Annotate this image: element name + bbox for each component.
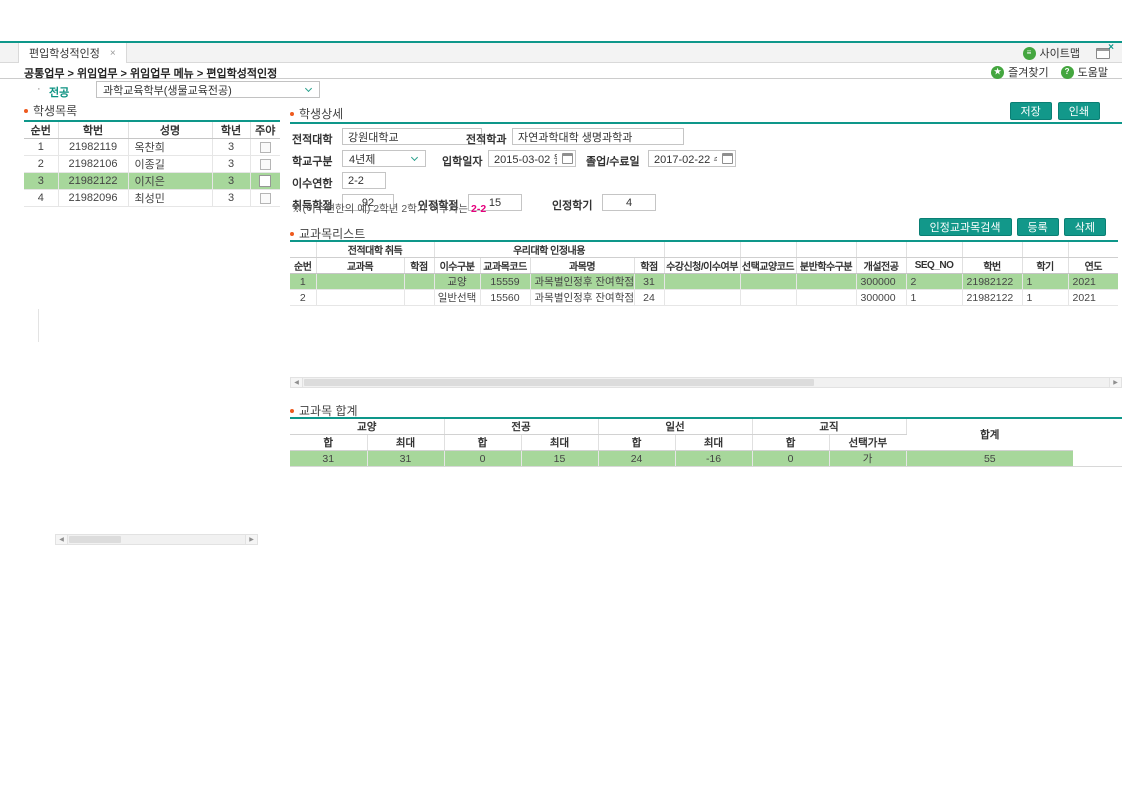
scrollbar-thumb[interactable] <box>304 379 814 386</box>
breadcrumb-bar: 공통업무 > 위임업무 > 위임업무 메뉴 > 편입학성적인정 ★ 즐겨찾기 ?… <box>0 64 1122 79</box>
day-night-checkbox[interactable] <box>260 142 271 153</box>
filter-row: · 전공 과학교육학부(생물교육전공) <box>0 81 1122 100</box>
calendar-icon[interactable] <box>562 153 573 164</box>
recognized-semesters-field[interactable] <box>602 194 656 211</box>
years-field[interactable] <box>342 172 386 189</box>
recognized-semesters-label: 인정학기 <box>552 197 592 213</box>
chevron-down-icon <box>411 154 418 161</box>
day-night-checkbox[interactable] <box>259 175 271 187</box>
form-row: 이수연한 <box>290 171 1122 193</box>
table-row[interactable]: 1 21982119 옥찬희 3 <box>24 139 280 156</box>
tab-transfer-credit[interactable]: 편입학성적인정 × <box>18 43 127 63</box>
col-student-id: 학번 <box>58 122 128 139</box>
graduation-date-wrap <box>648 150 736 167</box>
scroll-right-arrow-icon[interactable]: ▶ <box>1109 378 1121 387</box>
course-summary-header: 교과목 합계 <box>290 403 1122 418</box>
school-type-label: 학교구분 <box>292 153 332 169</box>
course-list-header: 교과목리스트 <box>290 226 1122 241</box>
table-row[interactable]: 2 일반선택 15560 과목별인정후 잔여학점(일선) 24 300000 1… <box>290 290 1118 306</box>
student-list-hscrollbar[interactable]: ◀ ▶ <box>55 534 258 545</box>
tab-bar: 편입학성적인정 × ≡ 사이트맵 <box>0 43 1122 63</box>
note-highlight: 2-2 <box>471 203 486 215</box>
breadcrumb: 공통업무 > 위임업무 > 위임업무 메뉴 > 편입학성적인정 <box>24 65 277 81</box>
summary-bottom-line <box>290 466 1122 467</box>
student-table-header: 순번 학번 성명 학년 주야 <box>24 122 280 139</box>
student-detail-title: 학생상세 <box>299 105 343 122</box>
student-list-header: 학생목록 <box>24 103 280 118</box>
tab-bar-right: ≡ 사이트맵 <box>1023 43 1110 63</box>
col-no: 순번 <box>24 122 58 139</box>
star-icon: ★ <box>991 66 1004 79</box>
favorites-button[interactable]: ★ 즐겨찾기 <box>991 64 1048 80</box>
prev-dept-field[interactable] <box>512 128 684 145</box>
course-list-hscrollbar[interactable]: ◀ ▶ <box>290 377 1122 388</box>
panel-divider-fragment <box>38 309 39 342</box>
summary-values-row: 31 31 0 15 24 -16 0 가 55 <box>290 451 1073 467</box>
col-year: 학년 <box>212 122 250 139</box>
section-bullet-icon <box>24 109 28 113</box>
favorites-label: 즐겨찾기 <box>1008 64 1048 80</box>
years-note: ※(이수연한의 예) 2학년 2학기 이수자는 2-2 <box>292 201 486 216</box>
course-table-group-header: 전적대학 취득 우리대학 인정내용 <box>290 242 1118 258</box>
calendar-icon[interactable] <box>722 153 733 164</box>
sitemap-icon: ≡ <box>1023 47 1036 60</box>
course-summary-table: 교양 전공 일선 교직 합계 합 최대 합 최대 합 최대 합 선택가부 <box>290 419 1073 467</box>
table-row[interactable]: 2 21982106 이종길 3 <box>24 156 280 173</box>
question-icon: ? <box>1061 66 1074 79</box>
help-label: 도움말 <box>1078 64 1108 80</box>
graduation-date-label: 졸업/수료일 <box>586 153 640 169</box>
major-select-value: 과학교육학부(생물교육전공) <box>103 82 232 98</box>
scrollbar-thumb[interactable] <box>69 536 121 543</box>
table-row-selected[interactable]: 3 21982122 이지은 3 <box>24 173 280 190</box>
close-all-windows-icon[interactable] <box>1096 48 1110 59</box>
table-row-selected[interactable]: 1 교양 15559 과목별인정후 잔여학점(교양) 31 300000 2 2… <box>290 274 1118 290</box>
summary-group-header: 교양 전공 일선 교직 합계 <box>290 419 1073 435</box>
total-header: 합계 <box>906 419 1073 451</box>
school-type-select[interactable]: 4년제 <box>342 150 426 167</box>
years-label: 이수연한 <box>292 175 332 191</box>
app-window: 편입학성적인정 × ≡ 사이트맵 공통업무 > 위임업무 > 위임업무 메뉴 >… <box>0 0 1122 793</box>
scroll-left-arrow-icon[interactable]: ◀ <box>291 378 303 387</box>
prev-univ-label: 전적대학 <box>292 131 332 147</box>
col-name: 성명 <box>128 122 212 139</box>
course-table-wrap: 전적대학 취득 우리대학 인정내용 순번 교과목 학점 이수구분 교과목코드 과… <box>290 240 1118 306</box>
major-label: 전공 <box>49 84 69 100</box>
section-bullet-icon <box>290 232 294 236</box>
student-list-title: 학생목록 <box>33 102 77 119</box>
filter-bullet: · <box>37 83 41 95</box>
day-night-checkbox[interactable] <box>260 193 271 204</box>
sitemap-button[interactable]: ≡ 사이트맵 <box>1023 45 1080 61</box>
section-bullet-icon <box>290 409 294 413</box>
student-detail-header: 학생상세 <box>290 106 1122 121</box>
prev-dept-label: 전적학과 <box>466 131 506 147</box>
tab-label: 편입학성적인정 <box>29 45 100 61</box>
prev-univ-field[interactable] <box>342 128 482 145</box>
section-bullet-icon <box>290 112 294 116</box>
major-select[interactable]: 과학교육학부(생물교육전공) <box>96 81 320 98</box>
scroll-left-arrow-icon[interactable]: ◀ <box>56 535 68 544</box>
table-row[interactable]: 4 21982096 최성민 3 <box>24 190 280 207</box>
course-summary-table-wrap: 교양 전공 일선 교직 합계 합 최대 합 최대 합 최대 합 선택가부 <box>290 419 1073 467</box>
form-row: 전적대학 전적학과 <box>290 127 1122 149</box>
tab-close-icon[interactable]: × <box>110 48 116 59</box>
student-list-section: 학생목록 순번 학번 성명 학년 주야 1 21982119 옥찬희 3 2 2… <box>24 103 280 207</box>
course-table-header: 순번 교과목 학점 이수구분 교과목코드 과목명 학점 수강신청/이수여부 선택… <box>290 258 1118 274</box>
help-button[interactable]: ? 도움말 <box>1061 64 1108 80</box>
section-divider <box>290 122 1122 124</box>
form-row: 학교구분 4년제 입학일자 졸업/수료일 <box>290 149 1122 171</box>
chevron-down-icon <box>305 85 312 92</box>
col-daynight: 주야 <box>250 122 280 139</box>
sitemap-label: 사이트맵 <box>1040 45 1080 61</box>
day-night-checkbox[interactable] <box>260 159 271 170</box>
admission-date-label: 입학일자 <box>442 153 482 169</box>
scroll-right-arrow-icon[interactable]: ▶ <box>245 535 257 544</box>
group-prev-univ: 전적대학 취득 <box>316 242 434 258</box>
admission-date-wrap <box>488 150 576 167</box>
group-our-univ: 우리대학 인정내용 <box>434 242 664 258</box>
breadcrumb-right: ★ 즐겨찾기 ? 도움말 <box>991 64 1108 80</box>
student-table: 순번 학번 성명 학년 주야 1 21982119 옥찬희 3 2 219821… <box>24 122 280 207</box>
course-table: 전적대학 취득 우리대학 인정내용 순번 교과목 학점 이수구분 교과목코드 과… <box>290 242 1118 306</box>
